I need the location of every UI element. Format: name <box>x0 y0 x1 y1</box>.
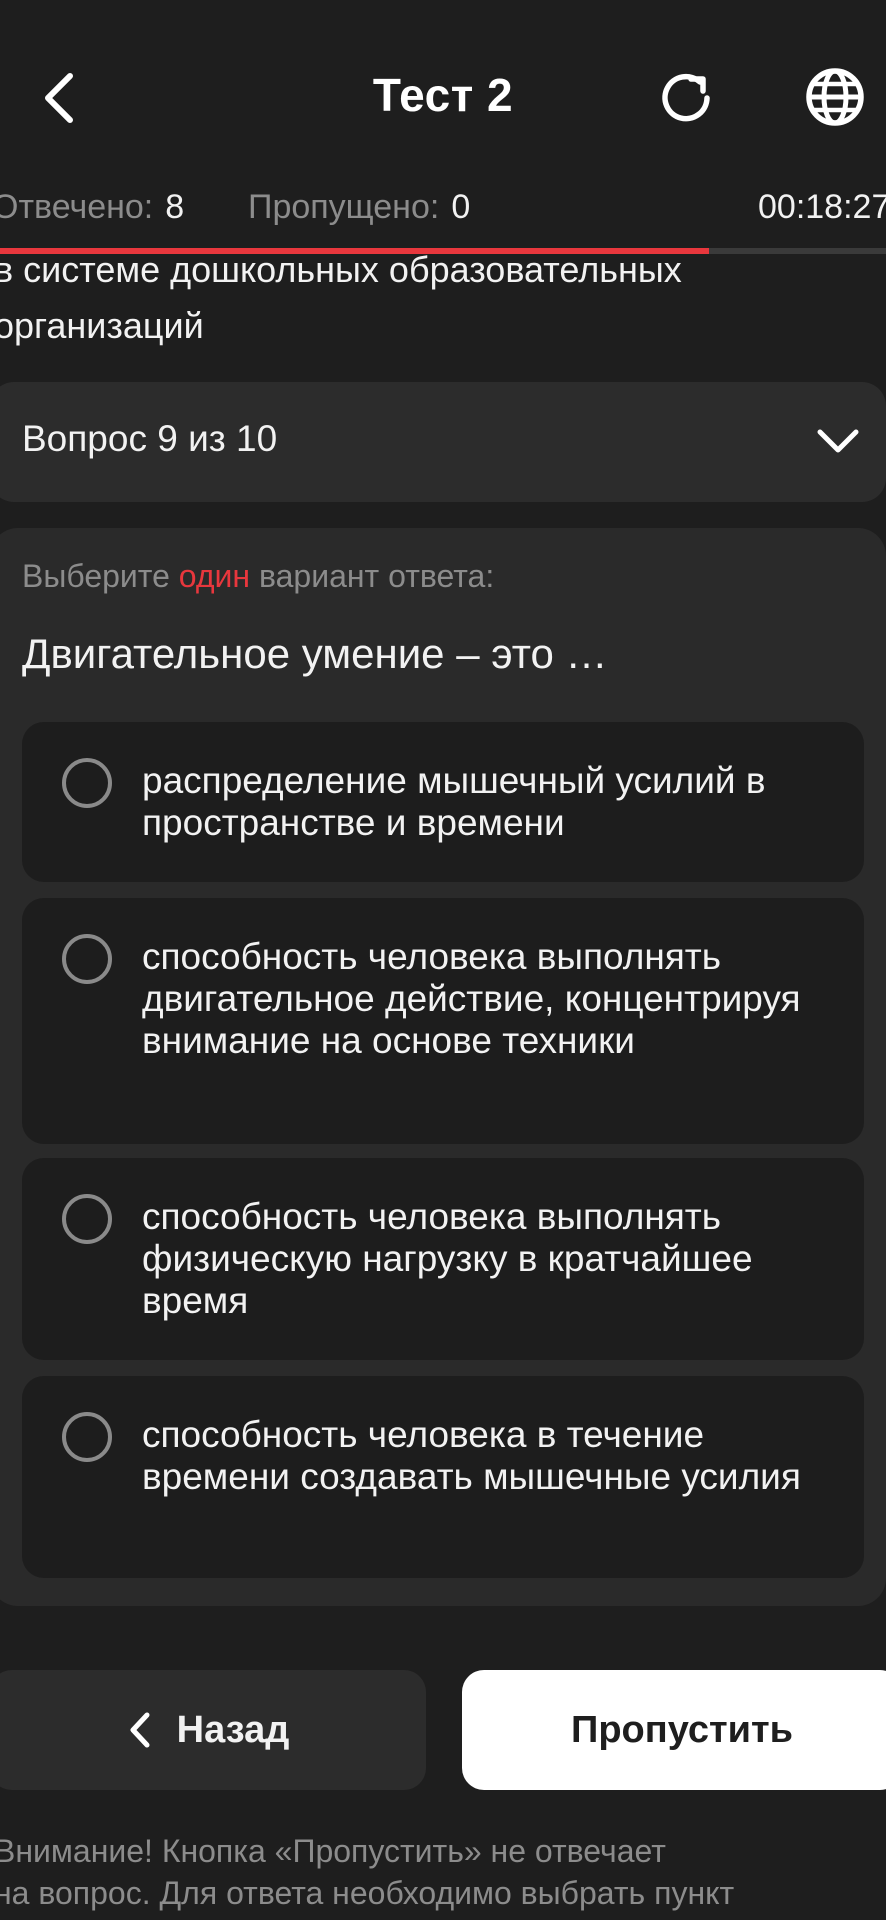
question-selector-dropdown[interactable]: Вопрос 9 из 10 <box>0 382 886 502</box>
option-text: способность человека выполнять двигатель… <box>142 936 801 1061</box>
notice-line-1: Внимание! Кнопка «Пропустить» не отвечае… <box>0 1833 666 1869</box>
instruction-after: вариант ответа: <box>258 558 495 594</box>
test-topic: в системе дошкольных образовательных орг… <box>0 242 886 354</box>
chevron-left-icon <box>130 1712 150 1748</box>
progress-fill <box>0 248 709 254</box>
option-text: распределение мышечный усилий в простран… <box>142 760 766 843</box>
answer-option-3[interactable]: способность человека выполнять физическу… <box>22 1158 864 1360</box>
option-text: способность человека выполнять физическу… <box>142 1196 753 1321</box>
question-counter: Вопрос 9 из 10 <box>22 418 278 459</box>
instruction-accent: один <box>178 558 251 594</box>
radio-button[interactable] <box>62 1412 112 1462</box>
skip-button[interactable]: Пропустить <box>462 1670 886 1790</box>
timer: 00:18:27 <box>758 188 886 226</box>
progress-bar <box>0 248 886 254</box>
instruction-before: Выберите <box>22 558 170 594</box>
skipped-stat: Пропущено: 0 <box>248 188 470 227</box>
skip-button-label: Пропустить <box>571 1708 793 1751</box>
notice-line-2: на вопрос. Для ответа необходимо выбрать… <box>0 1875 735 1911</box>
answer-instruction: Выберите один вариант ответа: <box>22 558 494 595</box>
header: Тест 2 Отвечено: 8 Пропущено: 0 00:18:27 <box>0 0 886 254</box>
answered-label: Отвечено: <box>0 188 154 226</box>
test-stats: Отвечено: 8 Пропущено: 0 00:18:27 <box>0 188 886 236</box>
answer-option-1[interactable]: распределение мышечный усилий в простран… <box>22 722 864 882</box>
answer-option-4[interactable]: способность человека в течение времени с… <box>22 1376 864 1578</box>
question-text: Двигательное умение – это … <box>22 630 608 677</box>
answered-stat: Отвечено: 8 <box>0 188 184 227</box>
reload-icon <box>662 73 710 122</box>
back-button[interactable]: Назад <box>0 1670 426 1790</box>
topic-line-2: организаций <box>0 305 204 346</box>
radio-button[interactable] <box>62 758 112 808</box>
globe-icon <box>806 68 864 126</box>
option-text: способность человека в течение времени с… <box>142 1414 801 1497</box>
topic-mask <box>0 236 886 248</box>
answer-option-2[interactable]: способность человека выполнять двигатель… <box>22 898 864 1144</box>
answered-count: 8 <box>165 188 185 226</box>
question-card: Выберите один вариант ответа: Двигательн… <box>0 528 886 1606</box>
test-screen: в системе дошкольных образовательных орг… <box>0 0 886 1920</box>
reload-button[interactable] <box>650 62 722 134</box>
skipped-count: 0 <box>451 188 471 226</box>
page-title: Тест 2 <box>372 69 514 121</box>
chevron-down-icon <box>817 429 859 453</box>
radio-button[interactable] <box>62 934 112 984</box>
radio-button[interactable] <box>62 1194 112 1244</box>
language-button[interactable] <box>798 60 872 134</box>
skip-notice: Внимание! Кнопка «Пропустить» не отвечае… <box>0 1830 886 1914</box>
skipped-label: Пропущено: <box>248 188 440 226</box>
back-button-label: Назад <box>176 1708 290 1751</box>
